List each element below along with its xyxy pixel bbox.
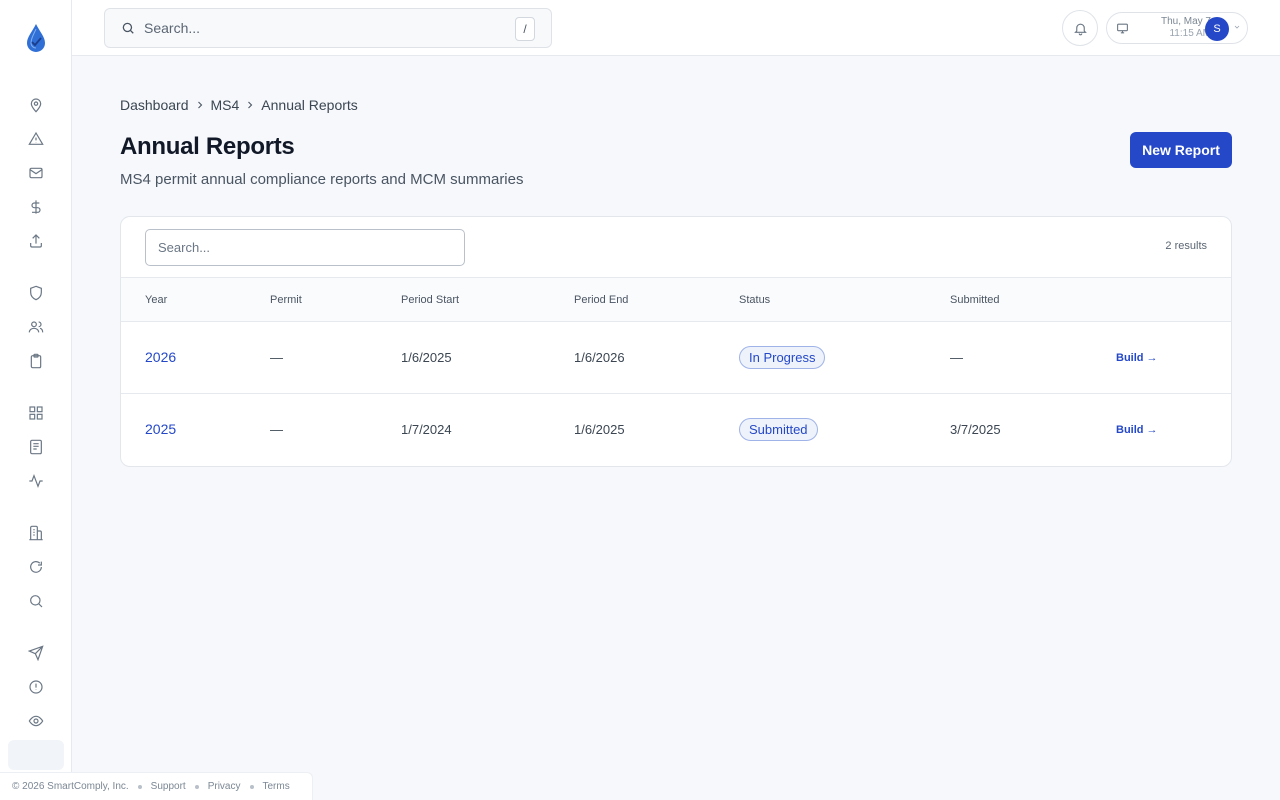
topbar: Search... / Thu, May 7 11:15 AM S [72, 0, 1280, 56]
chevron-right-icon [189, 99, 211, 111]
smartcomply-logo[interactable] [24, 23, 48, 53]
global-search-input[interactable]: Search... / [104, 8, 552, 48]
permit-cell: — [270, 422, 283, 437]
shield-icon[interactable] [24, 281, 48, 305]
clipboard-icon[interactable] [24, 349, 48, 373]
mail-icon[interactable] [24, 161, 48, 185]
period-start-cell: 1/6/2025 [401, 350, 452, 365]
new-report-button[interactable]: New Report [1130, 132, 1232, 168]
refresh-icon[interactable] [24, 555, 48, 579]
footer-link-privacy[interactable]: Privacy [208, 781, 241, 792]
breadcrumb-ms4[interactable]: MS4 [211, 97, 240, 113]
build-link[interactable]: Build → [1116, 352, 1158, 364]
year-link[interactable]: 2025 [145, 421, 176, 437]
global-search-placeholder: Search... [144, 20, 201, 36]
avatar: S [1205, 17, 1229, 41]
table-header: Year Permit Period Start Period End Stat… [121, 277, 1231, 322]
alert-circle-icon[interactable] [24, 675, 48, 699]
document-icon[interactable] [24, 435, 48, 459]
search-icon[interactable] [24, 589, 48, 613]
search-shortcut-key: / [515, 17, 535, 41]
building-icon[interactable] [24, 521, 48, 545]
chevron-right-icon [239, 99, 261, 111]
footer-link-support[interactable]: Support [151, 781, 186, 792]
status-badge: In Progress [739, 346, 826, 369]
copyright: © 2026 SmartComply, Inc. [12, 781, 129, 792]
user-menu-button[interactable]: Thu, May 7 11:15 AM S [1106, 12, 1248, 44]
submitted-cell: — [950, 350, 963, 365]
footer: © 2026 SmartComply, Inc. Support Privacy… [0, 772, 313, 800]
bell-icon [1073, 23, 1087, 35]
breadcrumb: Dashboard MS4 Annual Reports [120, 97, 358, 113]
upload-icon[interactable] [24, 229, 48, 253]
year-link[interactable]: 2026 [145, 349, 176, 365]
map-pin-icon[interactable] [24, 93, 48, 117]
breadcrumb-dashboard[interactable]: Dashboard [120, 97, 189, 113]
table-row[interactable]: 2025 — 1/7/2024 1/6/2025 Submitted 3/7/2… [121, 394, 1231, 466]
breadcrumb-current: Annual Reports [261, 97, 358, 113]
reports-table-card: 2 results Year Permit Period Start Perio… [120, 216, 1232, 467]
eye-icon[interactable] [24, 709, 48, 733]
submitted-cell: 3/7/2025 [950, 422, 1001, 437]
column-header-period-end[interactable]: Period End [574, 294, 628, 306]
period-end-cell: 1/6/2026 [574, 350, 625, 365]
column-header-period-start[interactable]: Period Start [401, 294, 459, 306]
chevron-down-icon [1233, 23, 1241, 31]
page-subtitle: MS4 permit annual compliance reports and… [120, 171, 524, 188]
footer-separator [194, 784, 199, 789]
send-icon[interactable] [24, 641, 48, 665]
permit-cell: — [270, 350, 283, 365]
column-header-status[interactable]: Status [739, 294, 770, 306]
results-count: 2 results [1165, 240, 1207, 252]
search-icon [121, 21, 135, 35]
table-search-input[interactable] [145, 229, 465, 266]
notifications-button[interactable] [1062, 10, 1098, 46]
period-start-cell: 1/7/2024 [401, 422, 452, 437]
alert-triangle-icon[interactable] [24, 127, 48, 151]
column-header-submitted[interactable]: Submitted [950, 294, 1000, 306]
current-date: Thu, May 7 [1160, 16, 1211, 27]
monitor-icon [1116, 22, 1129, 35]
sidebar [0, 0, 72, 800]
footer-link-terms[interactable]: Terms [263, 781, 290, 792]
footer-separator [249, 784, 254, 789]
users-icon[interactable] [24, 315, 48, 339]
current-time: 11:15 AM [1169, 28, 1211, 39]
column-header-year[interactable]: Year [145, 294, 167, 306]
sidebar-active-item[interactable] [8, 740, 64, 770]
build-link[interactable]: Build → [1116, 424, 1158, 436]
dollar-icon[interactable] [24, 195, 48, 219]
footer-separator [137, 784, 142, 789]
page-title: Annual Reports [120, 133, 295, 160]
column-header-permit[interactable]: Permit [270, 294, 302, 306]
activity-icon[interactable] [24, 469, 48, 493]
period-end-cell: 1/6/2025 [574, 422, 625, 437]
grid-icon[interactable] [24, 401, 48, 425]
status-badge: Submitted [739, 418, 818, 441]
table-row[interactable]: 2026 — 1/6/2025 1/6/2026 In Progress — B… [121, 322, 1231, 394]
